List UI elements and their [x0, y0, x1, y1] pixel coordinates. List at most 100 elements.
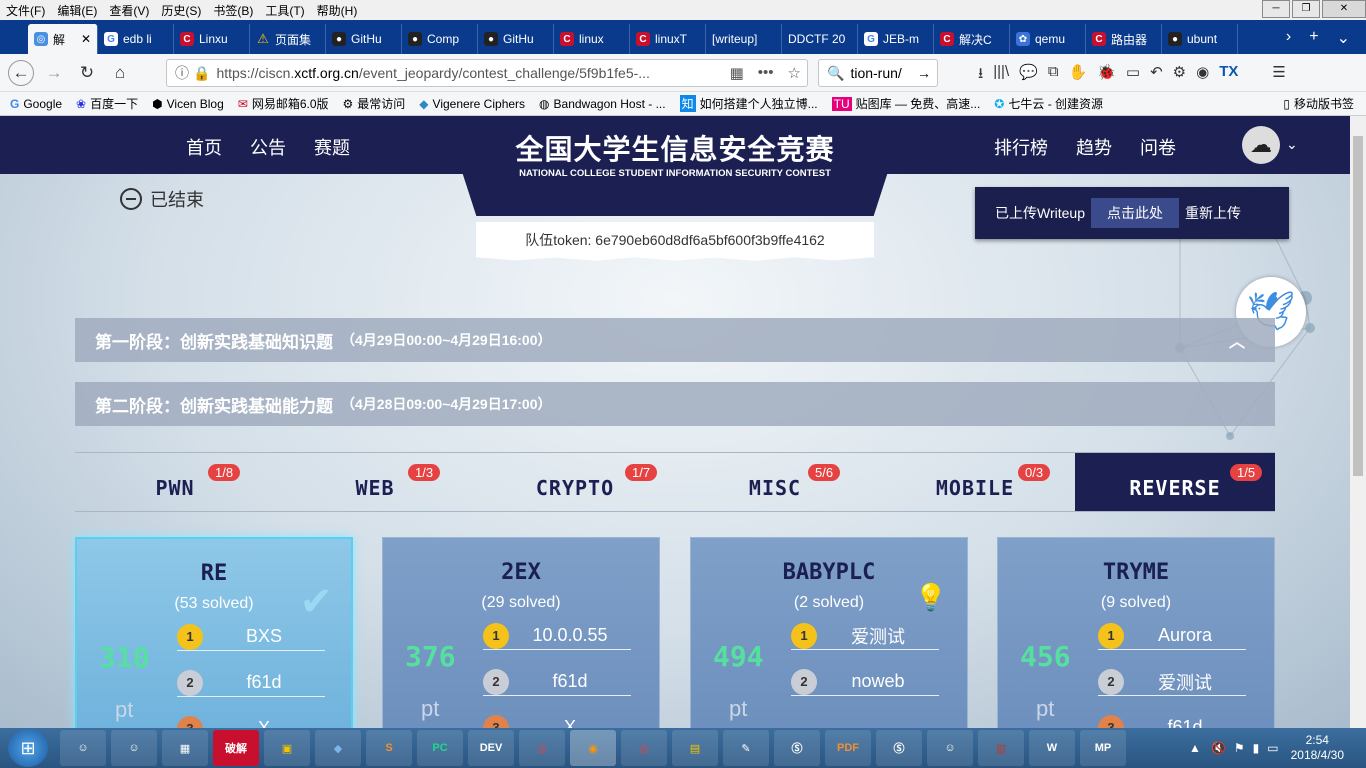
portrait-app-icon[interactable]: ☺ — [111, 730, 157, 766]
stage-1-header[interactable]: 第一阶段：创新实践基础知识题 （4月29日00:00~4月29日16:00） ︿ — [75, 318, 1275, 362]
nav-leaderboard[interactable]: 排行榜 — [994, 134, 1048, 160]
mp-app-icon[interactable]: MP — [1080, 730, 1126, 766]
extension-icon[interactable]: ✋ — [1069, 63, 1088, 88]
tab-reverse[interactable]: REVERSE 1/5 — [1075, 453, 1275, 511]
challenge-card-re[interactable]: RE (53 solved) ✔ 310 pt 1BXS 2f61d 3X — [75, 537, 353, 728]
url-bar[interactable]: ⓘ 🔒 https://ciscn. xctf.org.cn/event_jeop… — [166, 59, 808, 87]
tab[interactable]: Gedb li — [98, 24, 174, 54]
bookmark-bandwagon[interactable]: ◍ Bandwagon Host - ... — [539, 97, 666, 111]
start-button[interactable]: ⊞ — [8, 729, 48, 767]
bookmark-zhihu[interactable]: 知如何搭建个人独立博... — [679, 95, 818, 112]
menu-view[interactable]: 查看(V) — [109, 2, 149, 19]
search-input[interactable]: tion-run/ — [850, 65, 901, 81]
home-button[interactable]: ⌂ — [107, 60, 133, 86]
tab[interactable]: G JEB-m — [858, 24, 934, 54]
scroll-tabs-right-icon[interactable]: › — [1286, 28, 1291, 48]
challenge-card-tryme[interactable]: TRYME (9 solved) 456 pt 1 Aurora 2 爱测试 3 f6… — [997, 537, 1275, 728]
firefox-icon[interactable]: ◉ — [570, 730, 616, 766]
user-avatar[interactable]: ☁ — [1242, 126, 1280, 164]
challenge-card-2ex[interactable]: 2EX (29 solved) 376 pt 1 10.0.0.55 2 f61d … — [382, 537, 660, 728]
library-icon[interactable]: |||\ — [993, 63, 1009, 88]
page-scrollbar[interactable] — [1350, 116, 1366, 728]
download-icon[interactable]: ⭳ — [978, 63, 983, 88]
writeup-reupload-link[interactable]: 重新上传 — [1185, 203, 1241, 223]
tab-mobile[interactable]: MOBILE 0/3 — [875, 453, 1075, 511]
list-all-tabs-icon[interactable]: ⌄ — [1337, 28, 1350, 48]
bookmark-qiniu[interactable]: ✪ 七牛云 - 创建资源 — [994, 95, 1103, 112]
search-box[interactable]: 🔍 tion-run/ → — [818, 59, 938, 87]
bookmark-google[interactable]: G Google — [10, 97, 62, 111]
network-signal-icon[interactable]: ▮ — [1253, 741, 1260, 755]
forward-button[interactable]: → — [41, 60, 67, 86]
tab-web[interactable]: WEB 1/3 — [275, 453, 475, 511]
nav-survey[interactable]: 问卷 — [1140, 134, 1176, 160]
go-arrow-icon[interactable]: → — [917, 65, 931, 81]
wps-icon[interactable]: W — [1029, 730, 1075, 766]
battery-icon[interactable]: ▭ — [1267, 741, 1278, 755]
mobile-bookmarks[interactable]: ▯ 移动版书签 — [1283, 95, 1354, 112]
sogou-icon[interactable]: Ⓢ — [876, 730, 922, 766]
gear-icon[interactable]: ⚙ — [1173, 63, 1186, 88]
menu-tools[interactable]: 工具(T) — [265, 2, 304, 19]
tab[interactable]: Clinux — [554, 24, 630, 54]
minimize-button[interactable]: ─ — [1262, 0, 1290, 18]
bookmark-baidu[interactable]: ❀ 百度一下 — [76, 95, 138, 112]
file-explorer-icon[interactable]: ▣ — [264, 730, 310, 766]
site-title[interactable]: 全国大学生信息安全竞赛 — [444, 128, 906, 168]
chevron-down-icon[interactable]: ⌄ — [1286, 136, 1298, 153]
maximize-button[interactable]: ❐ — [1292, 0, 1320, 18]
tab[interactable]: ✿ qemu — [1010, 24, 1086, 54]
nav-trends[interactable]: 趋势 — [1076, 134, 1112, 160]
show-hidden-icons[interactable]: ▲ — [1189, 741, 1201, 755]
scrollbar-thumb[interactable] — [1353, 136, 1363, 476]
bookmark-vicen-blog[interactable]: ⬢ Vicen Blog — [152, 97, 224, 111]
bookmark-163-mail[interactable]: ✉ 网易邮箱6.0版 — [238, 95, 329, 112]
screenshot-icon[interactable]: ⧉ — [1048, 63, 1059, 88]
dev-cpp-icon[interactable]: DEV — [468, 730, 514, 766]
new-tab-icon[interactable]: + — [1309, 28, 1318, 48]
tab[interactable]: ● ubunt — [1162, 24, 1238, 54]
translate-icon[interactable]: TX — [1219, 63, 1238, 88]
back-button[interactable]: ← — [8, 59, 34, 86]
chevron-up-icon[interactable]: ︿ — [1229, 328, 1245, 352]
menu-help[interactable]: 帮助(H) — [317, 2, 358, 19]
info-icon[interactable]: ⓘ — [175, 63, 189, 83]
close-window-button[interactable]: ✕ — [1322, 0, 1366, 18]
notepad-icon[interactable]: ✎ — [723, 730, 769, 766]
pycharm-icon[interactable]: PC — [417, 730, 463, 766]
tab[interactable]: C 解决C — [934, 24, 1010, 54]
tab[interactable]: C Linxu — [174, 24, 250, 54]
qr-code-icon[interactable]: ▦ — [730, 64, 744, 82]
menu-history[interactable]: 历史(S) — [161, 2, 201, 19]
tab[interactable]: DDCTF 20 — [782, 24, 858, 54]
clock[interactable]: 2:54 2018/4/30 — [1291, 733, 1344, 763]
tab[interactable]: ● Comp — [402, 24, 478, 54]
winrar-icon[interactable]: ▥ — [978, 730, 1024, 766]
nav-home[interactable]: 首页 — [186, 134, 222, 160]
mask-icon[interactable]: ◉ — [1196, 63, 1209, 88]
close-tab-icon[interactable]: ✕ — [81, 32, 91, 46]
netease-music-icon[interactable]: ◎ — [621, 730, 667, 766]
sublime-text-icon[interactable]: S — [366, 730, 412, 766]
portrait-app-icon[interactable]: ☺ — [60, 730, 106, 766]
writeup-view-button[interactable]: 点击此处 — [1090, 198, 1179, 228]
menu-edit[interactable]: 编辑(E) — [57, 2, 97, 19]
tab[interactable]: [writeup] — [706, 24, 782, 54]
chat-icon[interactable]: 💬 — [1019, 63, 1038, 88]
reload-button[interactable]: ↻ — [74, 60, 100, 86]
calculator-icon[interactable]: ▦ — [162, 730, 208, 766]
portrait-app-icon[interactable]: ☺ — [927, 730, 973, 766]
sidebar-icon[interactable]: ▭ — [1126, 63, 1140, 88]
stage-2-header[interactable]: 第二阶段：创新实践基础能力题 （4月28日09:00~4月29日17:00） — [75, 382, 1275, 426]
tab[interactable]: ⚠ 页面集 — [250, 24, 326, 54]
tab[interactable]: ● GitHu — [326, 24, 402, 54]
undo-icon[interactable]: ↶ — [1150, 63, 1163, 88]
bookmark-star-icon[interactable]: ☆ — [788, 64, 801, 82]
tab-misc[interactable]: MISC 5/6 — [675, 453, 875, 511]
tab[interactable]: ● GitHu — [478, 24, 554, 54]
page-actions-icon[interactable]: ••• — [758, 64, 774, 82]
virtualbox-icon[interactable]: ◆ — [315, 730, 361, 766]
menu-file[interactable]: 文件(F) — [6, 2, 45, 19]
volume-muted-icon[interactable]: 🔇 — [1211, 741, 1226, 755]
search-app-icon[interactable]: Ⓢ — [774, 730, 820, 766]
